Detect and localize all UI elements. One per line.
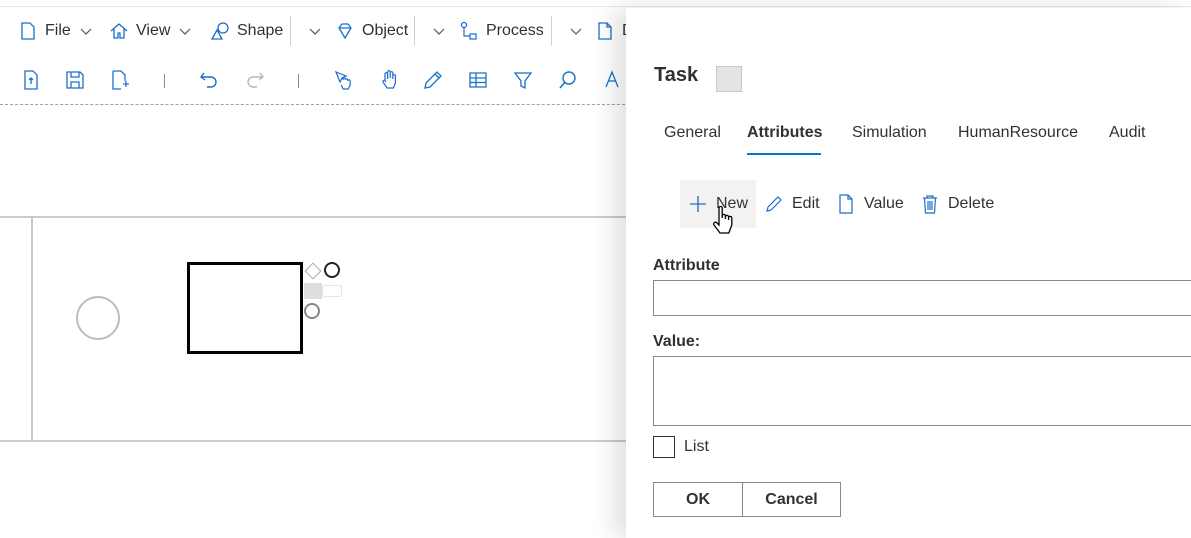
ok-button[interactable]: OK bbox=[653, 482, 743, 517]
file-icon bbox=[21, 22, 35, 40]
chevron-down-icon bbox=[80, 28, 92, 35]
tab-simulation[interactable]: Simulation bbox=[852, 124, 927, 142]
edit-button[interactable]: Edit bbox=[764, 180, 820, 228]
plus-icon bbox=[690, 196, 706, 212]
panel-title: Task bbox=[654, 64, 699, 86]
shapes-icon bbox=[210, 22, 229, 40]
list-checkbox-label: List bbox=[684, 438, 709, 455]
menu-divider bbox=[290, 16, 291, 46]
menu-shape-dropdown[interactable] bbox=[300, 8, 322, 54]
start-event-shape[interactable] bbox=[76, 296, 120, 340]
diamond-icon bbox=[338, 23, 352, 40]
menu-object-dropdown[interactable] bbox=[424, 8, 446, 54]
task-shape-selected[interactable] bbox=[187, 262, 303, 354]
pool-lane-header bbox=[31, 216, 33, 442]
toolbar-divider bbox=[164, 74, 165, 88]
pool-border-top bbox=[0, 216, 630, 218]
menu-bar: File View Shape Object Process D bbox=[0, 8, 634, 54]
pool-border-bottom bbox=[0, 440, 630, 442]
menu-shape[interactable]: Shape bbox=[210, 8, 283, 54]
toolbar bbox=[0, 58, 630, 102]
context-end-event-icon[interactable] bbox=[324, 262, 340, 278]
tab-general[interactable]: General bbox=[664, 124, 721, 142]
value-button[interactable]: Value bbox=[836, 180, 904, 228]
add-page-icon[interactable] bbox=[109, 69, 131, 91]
top-border bbox=[0, 6, 1191, 7]
document-icon bbox=[839, 194, 853, 214]
chevron-down-icon bbox=[433, 28, 445, 35]
search-icon[interactable] bbox=[557, 69, 579, 91]
chevron-down-icon bbox=[309, 28, 321, 35]
properties-panel: Task General Attributes Simulation Human… bbox=[626, 8, 1191, 538]
chevron-down-icon bbox=[179, 28, 191, 35]
menu-file-label: File bbox=[45, 22, 71, 39]
format-icon[interactable] bbox=[602, 69, 624, 91]
menu-process-label: Process bbox=[486, 22, 544, 39]
trash-icon bbox=[923, 195, 937, 214]
context-intermediate-event-icon[interactable] bbox=[304, 303, 320, 319]
filter-icon[interactable] bbox=[512, 69, 534, 91]
context-task-icon[interactable] bbox=[304, 283, 322, 299]
pencil-icon[interactable] bbox=[422, 69, 444, 91]
menu-file[interactable]: File bbox=[18, 8, 93, 54]
menu-view-label: View bbox=[136, 22, 171, 39]
list-checkbox[interactable] bbox=[653, 436, 675, 458]
chevron-down-icon bbox=[570, 28, 582, 35]
home-icon bbox=[110, 23, 128, 39]
menu-process-dropdown[interactable] bbox=[561, 8, 583, 54]
toolbar-divider bbox=[298, 74, 299, 88]
pointer-hand-icon[interactable] bbox=[333, 69, 355, 91]
new-file-icon[interactable] bbox=[20, 69, 42, 91]
context-gateway-icon[interactable] bbox=[304, 262, 322, 280]
menu-view[interactable]: View bbox=[109, 8, 192, 54]
menu-object-label: Object bbox=[362, 22, 409, 39]
menu-shape-label: Shape bbox=[237, 22, 284, 39]
menu-divider bbox=[414, 16, 415, 46]
attribute-input[interactable] bbox=[653, 280, 1191, 316]
redo-icon[interactable] bbox=[244, 69, 266, 91]
edit-button-label: Edit bbox=[792, 195, 820, 212]
value-button-label: Value bbox=[864, 195, 904, 212]
cancel-button[interactable]: Cancel bbox=[742, 482, 841, 517]
value-label: Value: bbox=[653, 333, 701, 350]
attribute-label: Attribute bbox=[653, 257, 720, 274]
delete-button[interactable]: Delete bbox=[920, 180, 994, 228]
document-icon bbox=[598, 22, 612, 40]
menu-object[interactable]: Object bbox=[335, 8, 408, 54]
value-textarea[interactable] bbox=[653, 356, 1191, 426]
pencil-icon bbox=[766, 196, 782, 212]
tab-attributes[interactable]: Attributes bbox=[747, 124, 823, 142]
toolbar-divider-dashed bbox=[0, 104, 630, 105]
tab-humanresource[interactable]: HumanResource bbox=[958, 124, 1078, 142]
color-swatch[interactable] bbox=[716, 66, 742, 92]
undo-icon[interactable] bbox=[198, 69, 220, 91]
delete-button-label: Delete bbox=[948, 195, 995, 212]
grid-icon[interactable] bbox=[467, 69, 489, 91]
menu-divider bbox=[551, 16, 552, 46]
hand-cursor-icon bbox=[713, 206, 733, 234]
tab-audit[interactable]: Audit bbox=[1109, 124, 1145, 142]
pan-hand-icon[interactable] bbox=[378, 69, 400, 91]
save-icon[interactable] bbox=[64, 69, 86, 91]
active-tab-indicator bbox=[747, 153, 821, 155]
menu-process[interactable]: Process bbox=[459, 8, 544, 54]
context-annotation-icon[interactable] bbox=[322, 285, 342, 297]
process-icon bbox=[460, 21, 477, 40]
